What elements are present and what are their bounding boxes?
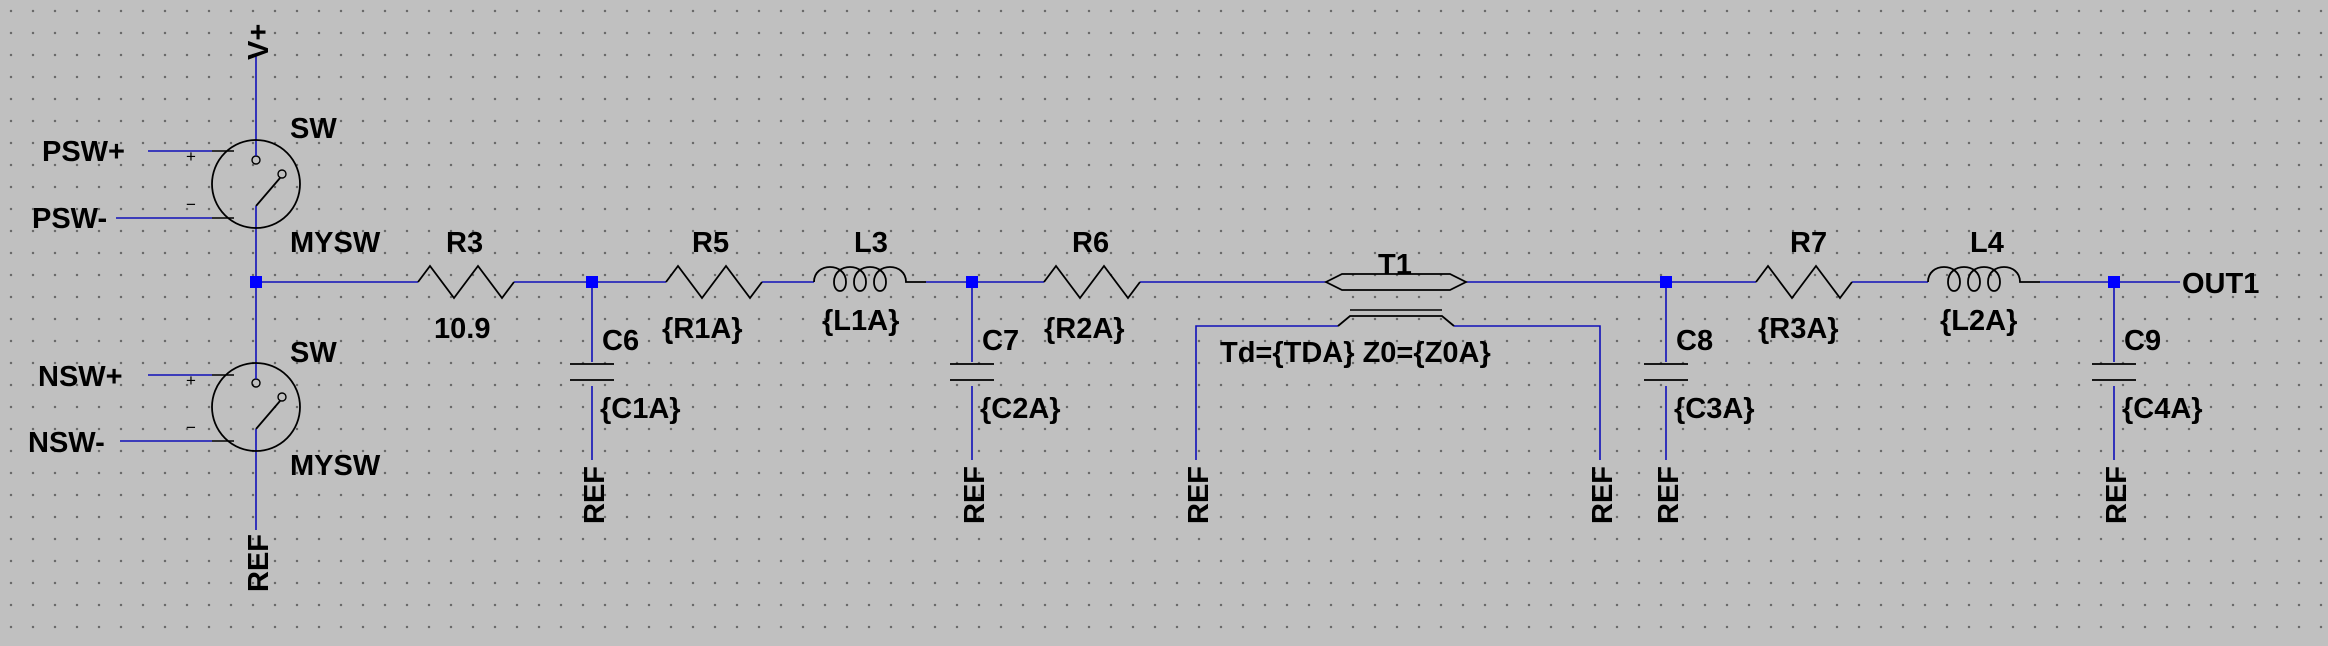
capacitor-value: {C1A} bbox=[600, 393, 681, 425]
switch-lower[interactable]: + − SW MYSW bbox=[186, 337, 381, 482]
switch-contact bbox=[277, 169, 287, 179]
resistor-name: R5 bbox=[692, 227, 729, 259]
transmission-line-t1[interactable]: T1 Td={TDA} Z0={Z0A} bbox=[1220, 249, 1491, 369]
inductor-l3[interactable]: L3 {L1A} bbox=[813, 227, 926, 337]
switch-name: SW bbox=[290, 337, 337, 369]
net-label-ref: REF bbox=[1587, 466, 1619, 524]
capacitor-name: C7 bbox=[982, 325, 1019, 357]
capacitor-symbol bbox=[570, 363, 614, 381]
pin-plus-label: + bbox=[186, 371, 196, 390]
net-label-ref: REF bbox=[1653, 466, 1685, 524]
switch-upper[interactable]: + − SW MYSW bbox=[186, 113, 381, 259]
junction-dot bbox=[2108, 276, 2120, 288]
net-label-out1: OUT1 bbox=[2182, 268, 2259, 300]
switch-blade bbox=[255, 177, 281, 207]
inductor-l4[interactable]: L4 {L2A} bbox=[1927, 227, 2040, 337]
resistor-name: R3 bbox=[446, 227, 483, 259]
pin-minus-label: − bbox=[186, 195, 196, 214]
capacitor-symbol bbox=[1644, 363, 1688, 381]
capacitor-c8[interactable]: C8 {C3A} bbox=[1644, 325, 1755, 425]
net-label-nsw-minus: NSW- bbox=[28, 427, 105, 459]
inductor-name: L3 bbox=[854, 227, 888, 259]
inductor-symbol bbox=[1927, 266, 2040, 292]
switch-name: SW bbox=[290, 113, 337, 145]
resistor-r3[interactable]: R3 10.9 bbox=[417, 227, 515, 345]
net-labels: V+ PSW+ PSW- NSW+ NSW- OUT1 REF REF REF … bbox=[28, 24, 2259, 592]
net-label-ref: REF bbox=[2101, 466, 2133, 524]
tline-value: Td={TDA} Z0={Z0A} bbox=[1220, 337, 1491, 369]
resistor-value: {R3A} bbox=[1758, 313, 1839, 345]
resistor-name: R6 bbox=[1072, 227, 1109, 259]
junction-dot bbox=[586, 276, 598, 288]
pin-minus-label: − bbox=[186, 418, 196, 437]
net-label-vplus: V+ bbox=[243, 24, 275, 60]
capacitor-value: {C2A} bbox=[980, 393, 1061, 425]
resistor-symbol bbox=[1755, 264, 1853, 300]
resistor-symbol bbox=[1043, 264, 1141, 300]
junction-dot bbox=[1660, 276, 1672, 288]
inductor-name: L4 bbox=[1970, 227, 2004, 259]
junction-dot bbox=[250, 276, 262, 288]
capacitor-symbol bbox=[2092, 363, 2136, 381]
pin-plus-label: + bbox=[186, 147, 196, 166]
switch-contact bbox=[251, 155, 261, 165]
tline-bottom-conductor bbox=[1337, 315, 1455, 327]
net-label-ref: REF bbox=[579, 466, 611, 524]
inductor-value: {L1A} bbox=[822, 305, 899, 337]
wires bbox=[116, 54, 2180, 530]
inductor-value: {L2A} bbox=[1940, 305, 2017, 337]
capacitor-name: C9 bbox=[2124, 325, 2161, 357]
resistor-value: 10.9 bbox=[434, 313, 490, 345]
resistor-value: {R2A} bbox=[1044, 313, 1125, 345]
capacitor-name: C6 bbox=[602, 325, 639, 357]
net-label-ref: REF bbox=[1183, 466, 1215, 524]
resistor-symbol bbox=[665, 264, 763, 300]
capacitor-value: {C4A} bbox=[2122, 393, 2203, 425]
switch-contact bbox=[277, 392, 287, 402]
net-label-psw-minus: PSW- bbox=[32, 203, 107, 235]
switch-control-leads bbox=[212, 374, 234, 442]
resistor-value: {R1A} bbox=[662, 313, 743, 345]
resistor-name: R7 bbox=[1790, 227, 1827, 259]
resistor-r5[interactable]: R5 {R1A} bbox=[662, 227, 763, 345]
net-label-psw-plus: PSW+ bbox=[42, 136, 125, 168]
capacitor-name: C8 bbox=[1676, 325, 1713, 357]
resistor-r7[interactable]: R7 {R3A} bbox=[1755, 227, 1853, 345]
capacitor-c9[interactable]: C9 {C4A} bbox=[2092, 325, 2203, 425]
net-label-nsw-plus: NSW+ bbox=[38, 361, 123, 393]
inductor-symbol bbox=[813, 266, 926, 292]
switch-model: MYSW bbox=[290, 450, 381, 482]
resistor-symbol bbox=[417, 264, 515, 300]
net-label-ref: REF bbox=[959, 466, 991, 524]
switch-model: MYSW bbox=[290, 227, 381, 259]
tline-name: T1 bbox=[1378, 249, 1412, 281]
switch-contact bbox=[251, 378, 261, 388]
capacitor-value: {C3A} bbox=[1674, 393, 1755, 425]
capacitor-symbol bbox=[950, 363, 994, 381]
switch-blade bbox=[255, 400, 281, 430]
schematic-canvas: + − SW MYSW + − SW MYSW V+ PSW+ PSW- NSW… bbox=[28, 24, 2259, 592]
resistor-r6[interactable]: R6 {R2A} bbox=[1043, 227, 1141, 345]
net-label-ref: REF bbox=[243, 534, 275, 592]
switch-control-leads bbox=[212, 150, 234, 219]
junction-dot bbox=[966, 276, 978, 288]
